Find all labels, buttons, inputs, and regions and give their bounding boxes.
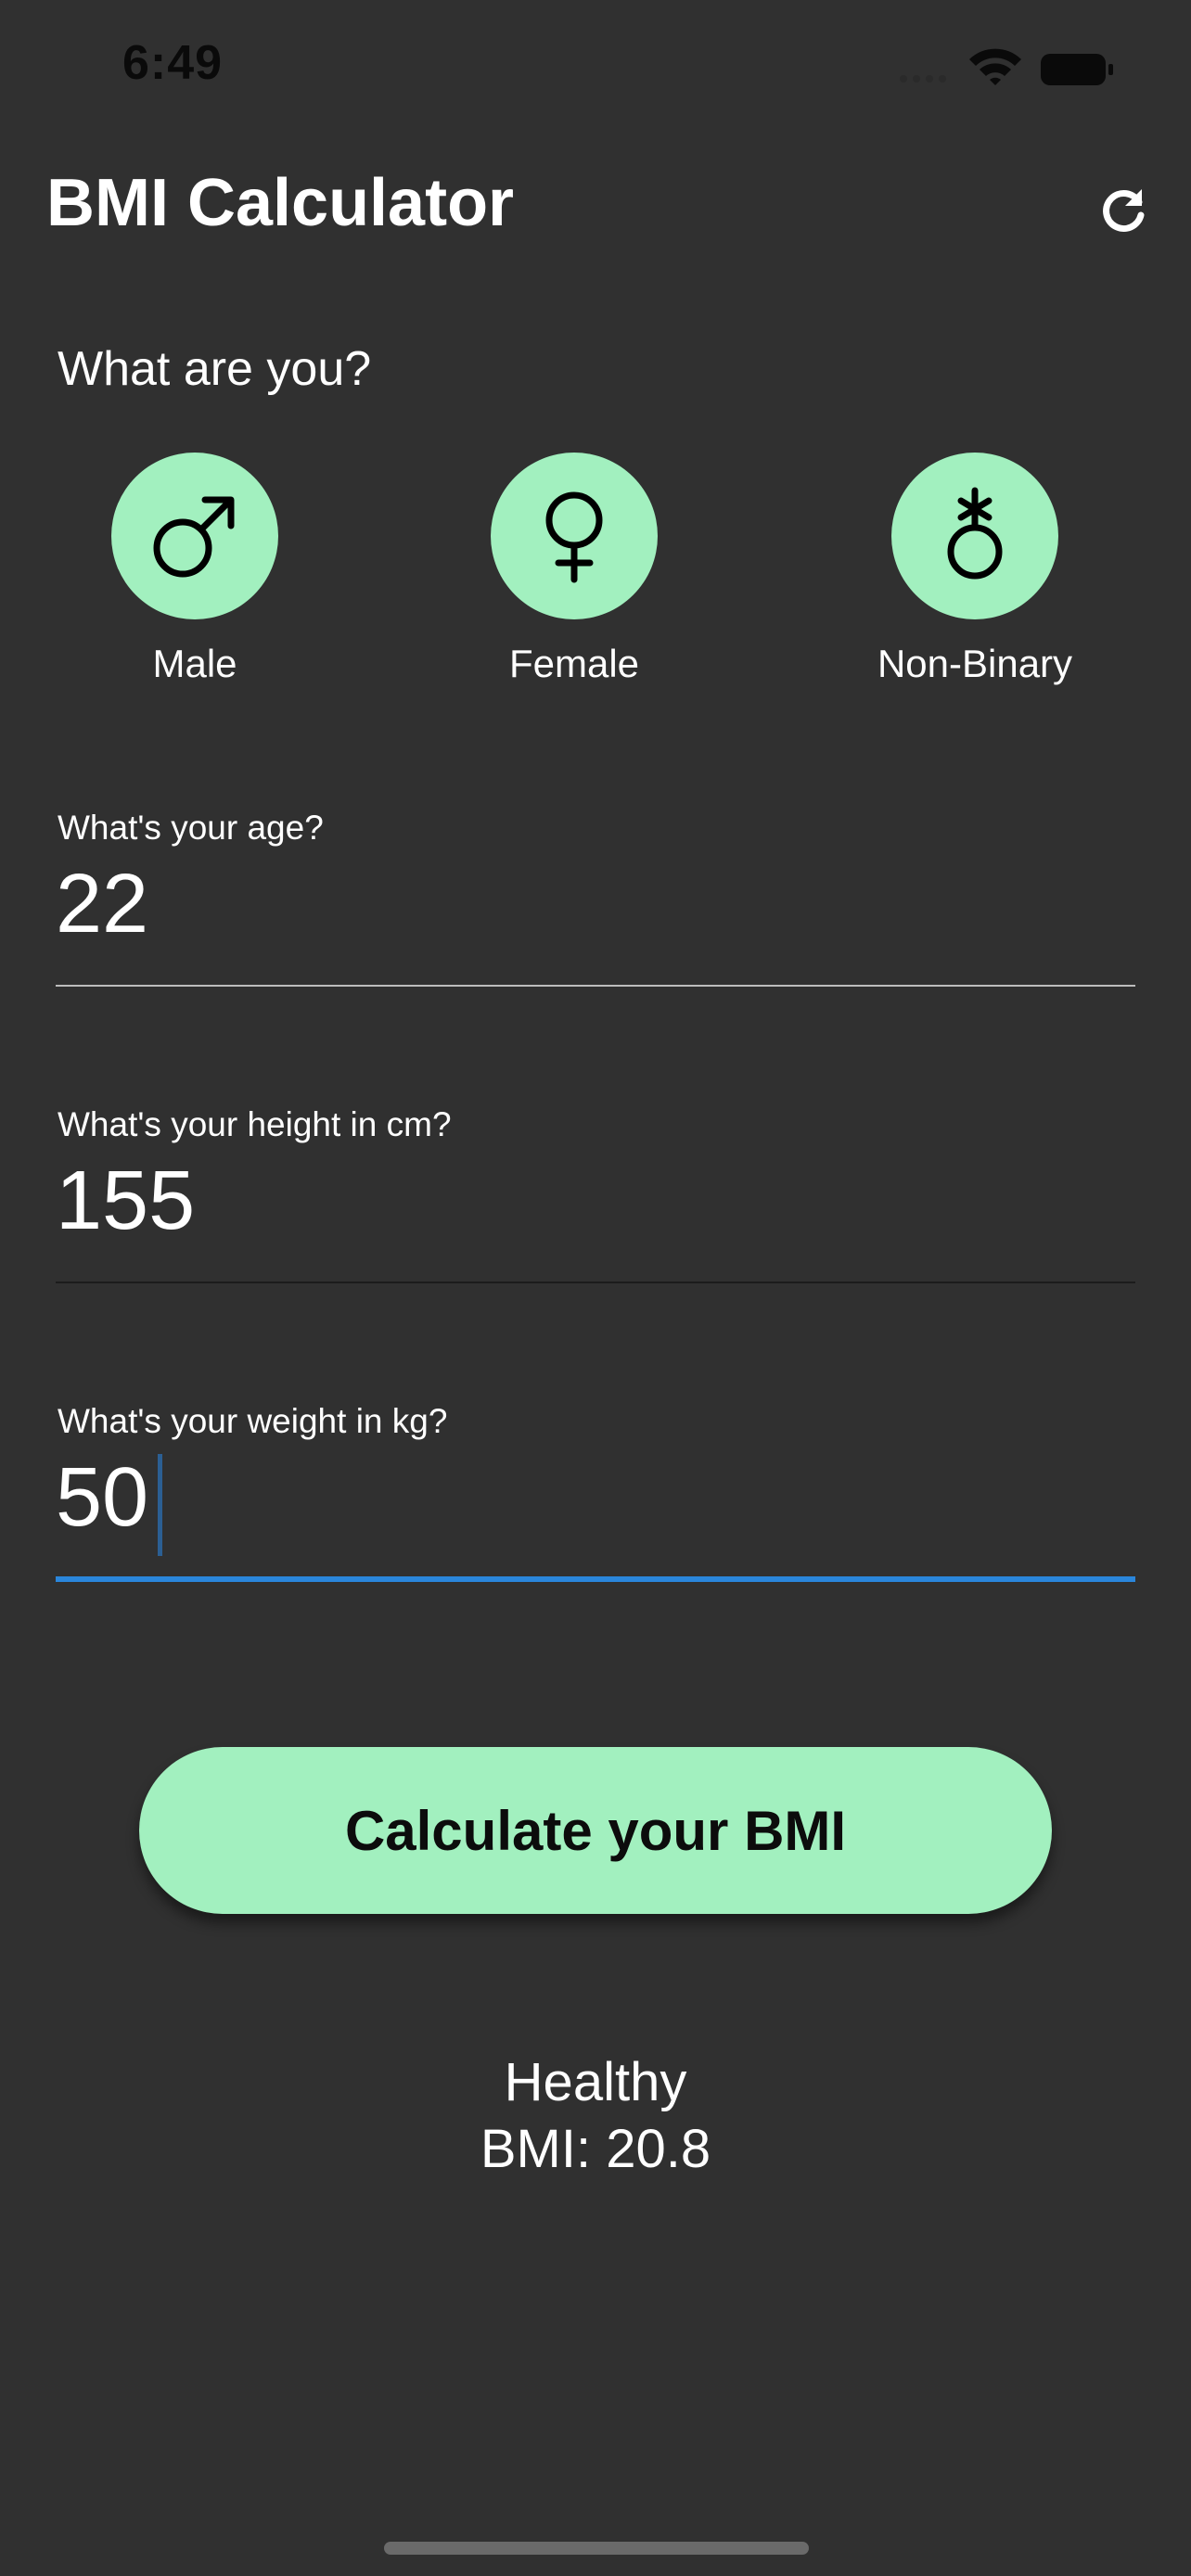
status-time: 6:49	[122, 36, 224, 90]
gender-label-female: Female	[508, 642, 640, 685]
gender-label-non-binary: Non-Binary	[877, 642, 1073, 685]
non-binary-circle[interactable]	[891, 453, 1058, 619]
age-field-value[interactable]: 22	[56, 862, 148, 946]
height-field-underline	[56, 1282, 1135, 1283]
gender-label-male: Male	[152, 642, 237, 685]
battery-icon	[1041, 54, 1113, 85]
age-field[interactable]: What's your age? 22	[56, 809, 1135, 1013]
gender-option-female[interactable]: Female	[435, 453, 713, 712]
app-title: BMI Calculator	[46, 166, 515, 240]
status-icons	[900, 48, 1113, 85]
calculate-bmi-label: Calculate your BMI	[344, 1799, 847, 1862]
male-icon	[153, 496, 235, 578]
weight-field-label: What's your weight in kg?	[58, 1402, 448, 1440]
gender-question: What are you?	[58, 342, 372, 396]
female-circle[interactable]	[491, 453, 658, 619]
weight-field-underline	[56, 1576, 1135, 1582]
age-field-underline	[56, 985, 1135, 987]
age-field-label: What's your age?	[58, 809, 324, 847]
height-field-value[interactable]: 155	[56, 1159, 195, 1243]
calculate-bmi-button[interactable]: Calculate your BMI	[139, 1747, 1052, 1914]
height-field-label: What's your height in cm?	[58, 1105, 452, 1143]
refresh-icon	[1103, 189, 1145, 232]
weight-field[interactable]: What's your weight in kg? 50	[56, 1402, 1135, 1606]
height-field[interactable]: What's your height in cm? 155	[56, 1105, 1135, 1309]
bmi-category: Healthy	[504, 2052, 687, 2112]
male-circle[interactable]	[111, 453, 278, 619]
home-indicator[interactable]	[384, 2542, 809, 2555]
weight-field-value[interactable]: 50	[56, 1456, 148, 1539]
bmi-value: BMI: 20.8	[480, 2119, 711, 2179]
bmi-result: Healthy BMI: 20.8	[0, 2049, 1191, 2183]
wifi-icon	[969, 48, 1021, 85]
gender-option-male[interactable]: Male	[56, 453, 334, 712]
text-caret	[158, 1454, 162, 1556]
gender-option-non-binary[interactable]: Non-Binary	[836, 453, 1114, 712]
signal-icon	[900, 75, 946, 83]
refresh-button[interactable]	[1091, 176, 1158, 243]
non-binary-icon	[947, 487, 1003, 580]
female-icon	[545, 491, 603, 583]
